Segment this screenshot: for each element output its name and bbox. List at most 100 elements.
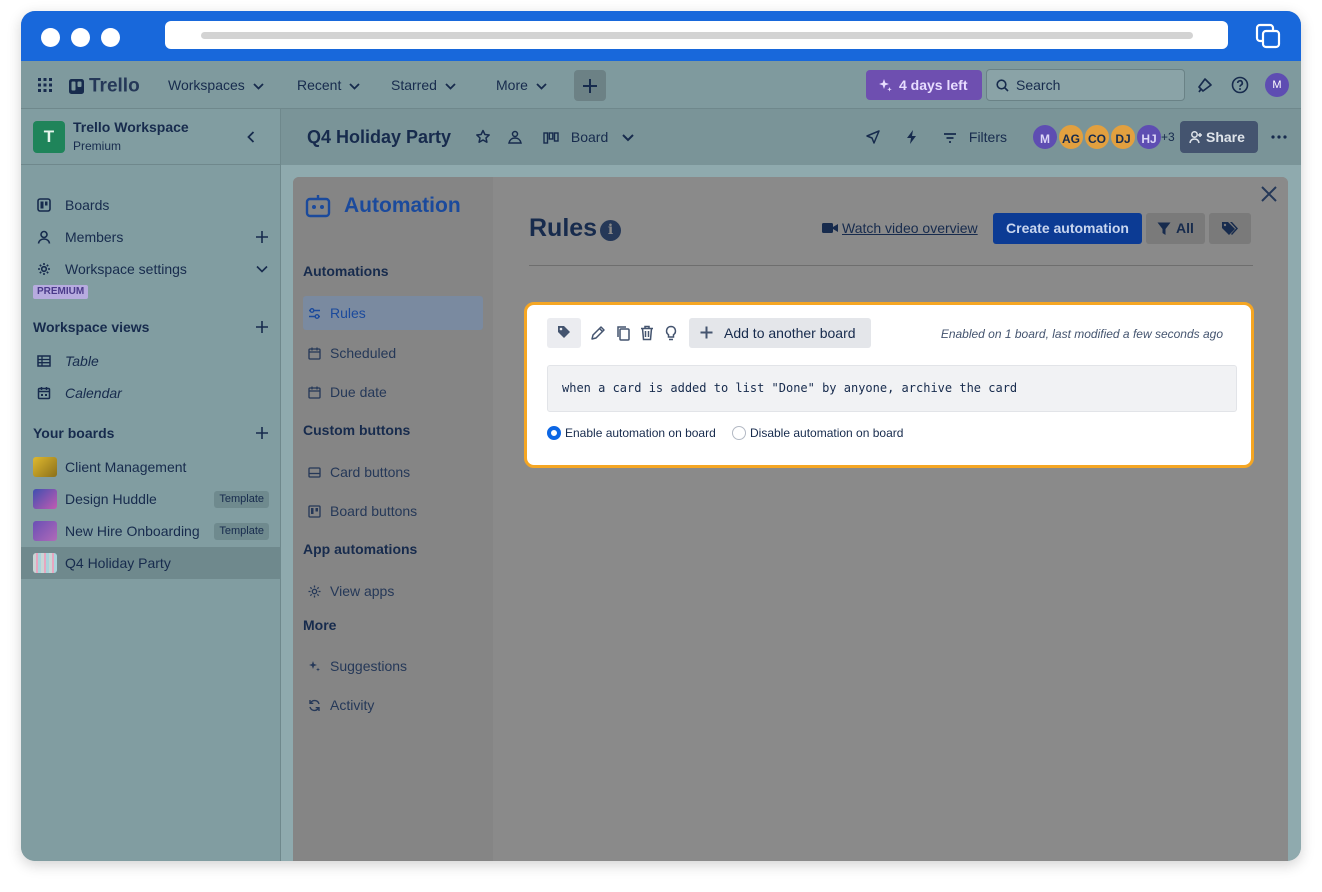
app-switcher-icon[interactable] bbox=[38, 78, 52, 92]
more-members-count[interactable]: +3 bbox=[1161, 109, 1175, 165]
sidebar-item-table[interactable]: Table bbox=[21, 345, 281, 377]
trial-button[interactable]: 4 days left bbox=[866, 70, 982, 100]
tag-filter-button[interactable] bbox=[1209, 213, 1251, 244]
collapse-sidebar-icon[interactable] bbox=[247, 131, 255, 143]
rule-tag-button[interactable] bbox=[547, 318, 581, 348]
nav-label: Due date bbox=[330, 384, 387, 400]
trash-icon[interactable] bbox=[639, 325, 655, 341]
add-board-plus-icon[interactable] bbox=[255, 426, 269, 440]
tags-icon bbox=[1222, 222, 1238, 235]
copy-icon[interactable] bbox=[615, 325, 631, 341]
window-close-dot[interactable] bbox=[41, 28, 60, 47]
sidebar-item-label: Members bbox=[65, 229, 124, 245]
card-icon bbox=[308, 467, 321, 478]
automation-nav-card-buttons[interactable]: Card buttons bbox=[303, 455, 483, 489]
sidebar-item-members[interactable]: Members bbox=[21, 221, 281, 253]
create-button[interactable] bbox=[574, 70, 606, 101]
lightbulb-icon[interactable] bbox=[663, 325, 679, 341]
enable-automation-radio[interactable]: Enable automation on board bbox=[547, 425, 716, 441]
notifications-megaphone-icon[interactable] bbox=[1196, 76, 1214, 94]
premium-badge: PREMIUM bbox=[33, 285, 89, 299]
member-avatar[interactable]: CO bbox=[1083, 123, 1111, 151]
disable-automation-radio[interactable]: Disable automation on board bbox=[732, 425, 903, 441]
search-input[interactable]: Search bbox=[986, 69, 1185, 101]
automation-nav-suggestions[interactable]: Suggestions bbox=[303, 649, 483, 683]
automation-nav-view-apps[interactable]: View apps bbox=[303, 574, 483, 608]
automation-nav-due-date[interactable]: Due date bbox=[303, 375, 483, 409]
menu-starred[interactable]: Starred bbox=[391, 61, 456, 109]
visibility-team-icon[interactable] bbox=[507, 129, 523, 145]
automation-nav-board-buttons[interactable]: Board buttons bbox=[303, 494, 483, 528]
automation-content: Rules i Watch video overview Create auto… bbox=[493, 177, 1288, 861]
sparkle-icon bbox=[879, 79, 892, 92]
board-icon bbox=[37, 198, 51, 212]
add-to-another-board-button[interactable]: Add to another board bbox=[689, 318, 871, 348]
window-maximize-dot[interactable] bbox=[101, 28, 120, 47]
calendar-icon bbox=[308, 347, 321, 360]
filter-all-button[interactable]: All bbox=[1146, 213, 1205, 244]
close-icon[interactable] bbox=[1259, 184, 1279, 204]
watch-video-link[interactable]: Watch video overview bbox=[822, 220, 978, 236]
sidebar-item-label: Table bbox=[65, 353, 99, 369]
workspace-header: T Trello Workspace Premium bbox=[21, 109, 281, 165]
menu-workspaces[interactable]: Workspaces bbox=[168, 61, 264, 109]
power-ups-rocket-icon[interactable] bbox=[865, 129, 881, 145]
copy-window-icon[interactable] bbox=[1255, 23, 1281, 49]
share-button[interactable]: Share bbox=[1180, 121, 1258, 153]
workspace-name[interactable]: Trello Workspace bbox=[73, 119, 189, 135]
automation-nav-scheduled[interactable]: Scheduled bbox=[303, 336, 483, 370]
filters-button[interactable]: Filters bbox=[943, 109, 1007, 165]
automation-nav-rules[interactable]: Rules bbox=[303, 296, 483, 330]
trello-logo[interactable]: Trello bbox=[69, 61, 140, 109]
sidebar-board-new-hire-onboarding[interactable]: New Hire Onboarding Template bbox=[21, 515, 281, 547]
window-minimize-dot[interactable] bbox=[71, 28, 90, 47]
board-icon bbox=[308, 505, 321, 518]
template-badge: Template bbox=[214, 491, 269, 508]
member-avatar[interactable]: AG bbox=[1057, 123, 1085, 151]
sidebar-item-boards[interactable]: Boards bbox=[21, 189, 281, 221]
sidebar-item-workspace-settings[interactable]: Workspace settings bbox=[21, 253, 281, 285]
add-member-plus-icon[interactable] bbox=[255, 230, 269, 244]
create-automation-button[interactable]: Create automation bbox=[993, 213, 1142, 244]
rule-description[interactable]: when a card is added to list "Done" by a… bbox=[547, 365, 1237, 412]
sidebar-board-q4-holiday-party[interactable]: Q4 Holiday Party bbox=[21, 547, 281, 579]
chevron-down-icon bbox=[445, 83, 456, 90]
plus-icon bbox=[700, 326, 713, 339]
radio-label: Enable automation on board bbox=[565, 426, 716, 440]
menu-recent[interactable]: Recent bbox=[297, 61, 360, 109]
sidebar-item-calendar[interactable]: Calendar bbox=[21, 377, 281, 409]
radio-unselected-indicator bbox=[732, 426, 746, 440]
edit-pencil-icon[interactable] bbox=[590, 325, 606, 341]
search-icon bbox=[996, 79, 1009, 92]
refresh-icon bbox=[309, 699, 320, 712]
automation-robot-icon bbox=[305, 195, 331, 218]
sidebar-board-client-management[interactable]: Client Management bbox=[21, 451, 281, 483]
template-badge: Template bbox=[214, 523, 269, 540]
workspace-views-title: Workspace views bbox=[33, 319, 150, 335]
board-view-switcher[interactable]: Board bbox=[543, 109, 634, 165]
person-icon bbox=[37, 230, 51, 244]
radio-label: Disable automation on board bbox=[750, 426, 904, 440]
user-avatar[interactable]: M bbox=[1265, 73, 1289, 97]
star-icon[interactable] bbox=[475, 129, 491, 145]
more-options-icon[interactable] bbox=[1271, 135, 1287, 139]
info-icon[interactable]: i bbox=[600, 220, 621, 241]
sidebar-item-label: Q4 Holiday Party bbox=[65, 555, 171, 571]
help-icon[interactable] bbox=[1231, 76, 1249, 94]
radio-selected-indicator bbox=[547, 426, 561, 440]
member-avatar[interactable]: M bbox=[1031, 123, 1059, 151]
sidebar-item-label: Calendar bbox=[65, 385, 122, 401]
automation-nav-activity[interactable]: Activity bbox=[303, 688, 483, 722]
member-avatar[interactable]: DJ bbox=[1109, 123, 1137, 151]
member-avatar[interactable]: HJ bbox=[1135, 123, 1163, 151]
sidebar-board-design-huddle[interactable]: Design Huddle Template bbox=[21, 483, 281, 515]
menu-more[interactable]: More bbox=[496, 61, 547, 109]
url-bar[interactable] bbox=[165, 21, 1228, 49]
board-title[interactable]: Q4 Holiday Party bbox=[307, 109, 451, 165]
nav-label: View apps bbox=[330, 583, 395, 599]
sidebar-item-label: New Hire Onboarding bbox=[65, 523, 200, 539]
chevron-down-icon[interactable] bbox=[255, 262, 269, 276]
automation-lightning-icon[interactable] bbox=[905, 129, 919, 145]
add-view-plus-icon[interactable] bbox=[255, 320, 269, 334]
filter-all-label: All bbox=[1176, 220, 1194, 236]
